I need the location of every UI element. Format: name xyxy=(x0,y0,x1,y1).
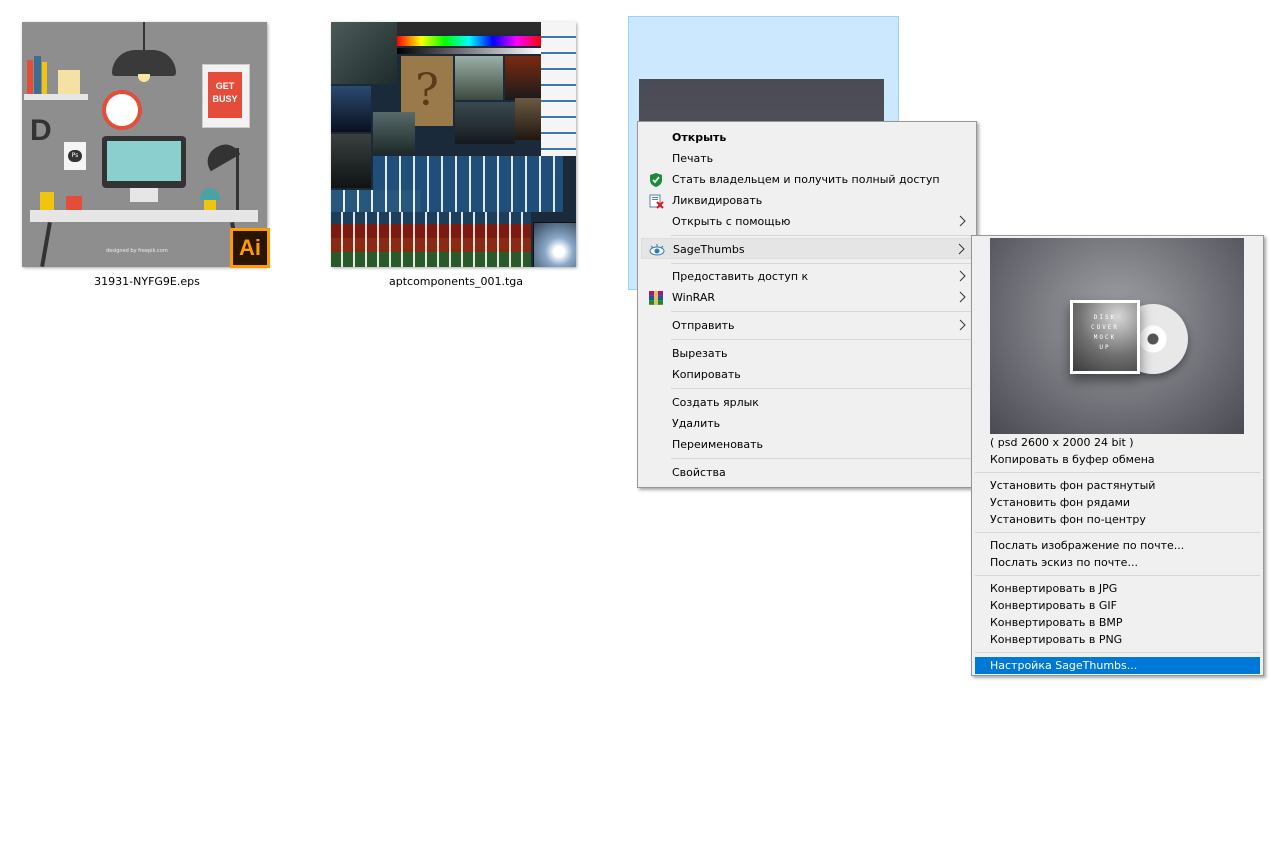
sagethumbs-eye-icon xyxy=(649,242,665,258)
lamp-cord xyxy=(143,22,145,50)
monitor-stand xyxy=(130,188,158,202)
cover-text: COVER xyxy=(1090,324,1120,331)
menu-item-unlocker[interactable]: Ликвидировать xyxy=(641,190,973,211)
hanging-lamp xyxy=(112,50,176,76)
menu-item-mail-image[interactable]: Послать изображение по почте... xyxy=(975,537,1260,554)
poster: GET BUSY xyxy=(208,72,242,118)
menu-item-sagethumbs[interactable]: SageThumbs xyxy=(641,238,973,259)
menu-item-open[interactable]: Открыть xyxy=(641,127,973,148)
shelf xyxy=(24,94,88,100)
menu-item-rename[interactable]: Переименовать xyxy=(641,434,973,455)
credit-text: designed by freepik.com xyxy=(106,248,168,254)
icon-grid xyxy=(331,190,421,212)
file-name[interactable]: 31931-NYFG9E.eps xyxy=(22,275,272,288)
menu-item-copy-to-clipboard[interactable]: Копировать в буфер обмена xyxy=(975,451,1260,468)
texture-tile xyxy=(455,56,503,100)
menu-separator xyxy=(975,472,1260,473)
texture-tile xyxy=(397,48,541,54)
book xyxy=(27,60,33,94)
desk-lamp-head xyxy=(201,138,241,172)
image-info: ( psd 2600 x 2000 24 bit ) xyxy=(990,436,1134,449)
shield-icon xyxy=(648,172,664,188)
letter-d: D xyxy=(30,114,52,147)
book xyxy=(58,70,80,94)
menu-item-wallpaper-tiled[interactable]: Установить фон рядами xyxy=(975,494,1260,511)
menu-item-print[interactable]: Печать xyxy=(641,148,973,169)
plant-leaves xyxy=(200,188,220,200)
monitor-screen xyxy=(107,141,181,181)
menu-item-convert-bmp[interactable]: Конвертировать в BMP xyxy=(975,614,1260,631)
unlocker-icon xyxy=(648,193,664,209)
winrar-icon xyxy=(648,290,664,306)
cd-cover: DISK COVER MOCK UP xyxy=(1070,300,1140,374)
number-tiles xyxy=(331,252,531,267)
texture-tile xyxy=(373,112,415,154)
menu-item-give-access[interactable]: Предоставить доступ к xyxy=(641,266,973,287)
cover-text: MOCK xyxy=(1093,334,1117,341)
file-name[interactable]: aptcomponents_001.tga xyxy=(331,275,581,288)
menu-separator xyxy=(671,235,971,236)
wall-clock xyxy=(102,90,142,130)
menu-item-copy[interactable]: Копировать xyxy=(641,364,973,385)
pencil-cup xyxy=(40,192,54,210)
texture-tile xyxy=(331,86,371,132)
preview-image: DISK COVER MOCK UP xyxy=(990,238,1244,434)
chevron-right-icon xyxy=(957,269,967,283)
chevron-right-icon xyxy=(957,318,967,332)
menu-item-create-shortcut[interactable]: Создать ярлык xyxy=(641,392,973,413)
chevron-right-icon xyxy=(957,290,967,304)
menu-item-convert-jpg[interactable]: Конвертировать в JPG xyxy=(975,580,1260,597)
cover-art: DISK COVER MOCK UP xyxy=(1073,303,1137,371)
book xyxy=(34,56,41,94)
sunrise-tile xyxy=(533,222,576,267)
menu-separator xyxy=(975,575,1260,576)
menu-item-convert-png[interactable]: Конвертировать в PNG xyxy=(975,631,1260,648)
menu-item-mail-thumbnail[interactable]: Послать эскиз по почте... xyxy=(975,554,1260,571)
ai-badge-icon: Ai xyxy=(230,228,270,268)
menu-item-winrar[interactable]: WinRAR xyxy=(641,287,973,308)
desk-leg xyxy=(40,221,52,267)
menu-item-cut[interactable]: Вырезать xyxy=(641,343,973,364)
menu-item-delete[interactable]: Удалить xyxy=(641,413,973,434)
menu-item-open-with[interactable]: Открыть с помощью xyxy=(641,211,973,232)
menu-item-sagethumbs-settings[interactable]: Настройка SageThumbs... xyxy=(975,657,1260,674)
coffee-mug xyxy=(66,196,82,210)
menu-separator xyxy=(975,532,1260,533)
menu-separator xyxy=(671,263,971,264)
menu-separator xyxy=(671,388,971,389)
chevron-right-icon xyxy=(956,242,966,256)
context-menu: Открыть Печать Стать владельцем и получи… xyxy=(637,121,977,488)
lamp-bulb xyxy=(138,74,150,82)
ps-heart: Ps xyxy=(68,150,82,162)
cover-text: DISK xyxy=(1093,314,1117,321)
number-tiles xyxy=(331,212,531,224)
cover-text: UP xyxy=(1099,344,1111,351)
number-tiles xyxy=(331,224,531,238)
menu-separator xyxy=(671,311,971,312)
menu-separator xyxy=(671,458,971,459)
tga-thumbnail[interactable]: ? xyxy=(331,22,576,267)
menu-separator xyxy=(671,339,971,340)
texture-tile xyxy=(397,22,541,34)
menu-separator xyxy=(975,652,1260,653)
menu-item-send-to[interactable]: Отправить xyxy=(641,315,973,336)
texture-tile xyxy=(455,102,515,144)
book xyxy=(42,62,47,94)
menu-item-wallpaper-stretched[interactable]: Установить фон растянутый xyxy=(975,477,1260,494)
sagethumbs-submenu: DISK COVER MOCK UP ( psd 2600 x 2000 24 … xyxy=(971,235,1264,676)
texture-tile xyxy=(331,22,397,84)
desk-top xyxy=(30,210,258,222)
icons-column xyxy=(541,22,576,156)
texture-tile xyxy=(331,134,371,188)
texture-tile xyxy=(505,56,541,100)
chevron-right-icon xyxy=(957,214,967,228)
color-gradient xyxy=(397,36,541,46)
desk-lamp-arm xyxy=(236,148,239,210)
number-tiles xyxy=(331,238,531,252)
menu-item-wallpaper-centered[interactable]: Установить фон по-центру xyxy=(975,511,1260,528)
menu-item-take-ownership[interactable]: Стать владельцем и получить полный досту… xyxy=(641,169,973,190)
menu-item-properties[interactable]: Свойства xyxy=(641,462,973,483)
menu-item-convert-gif[interactable]: Конвертировать в GIF xyxy=(975,597,1260,614)
